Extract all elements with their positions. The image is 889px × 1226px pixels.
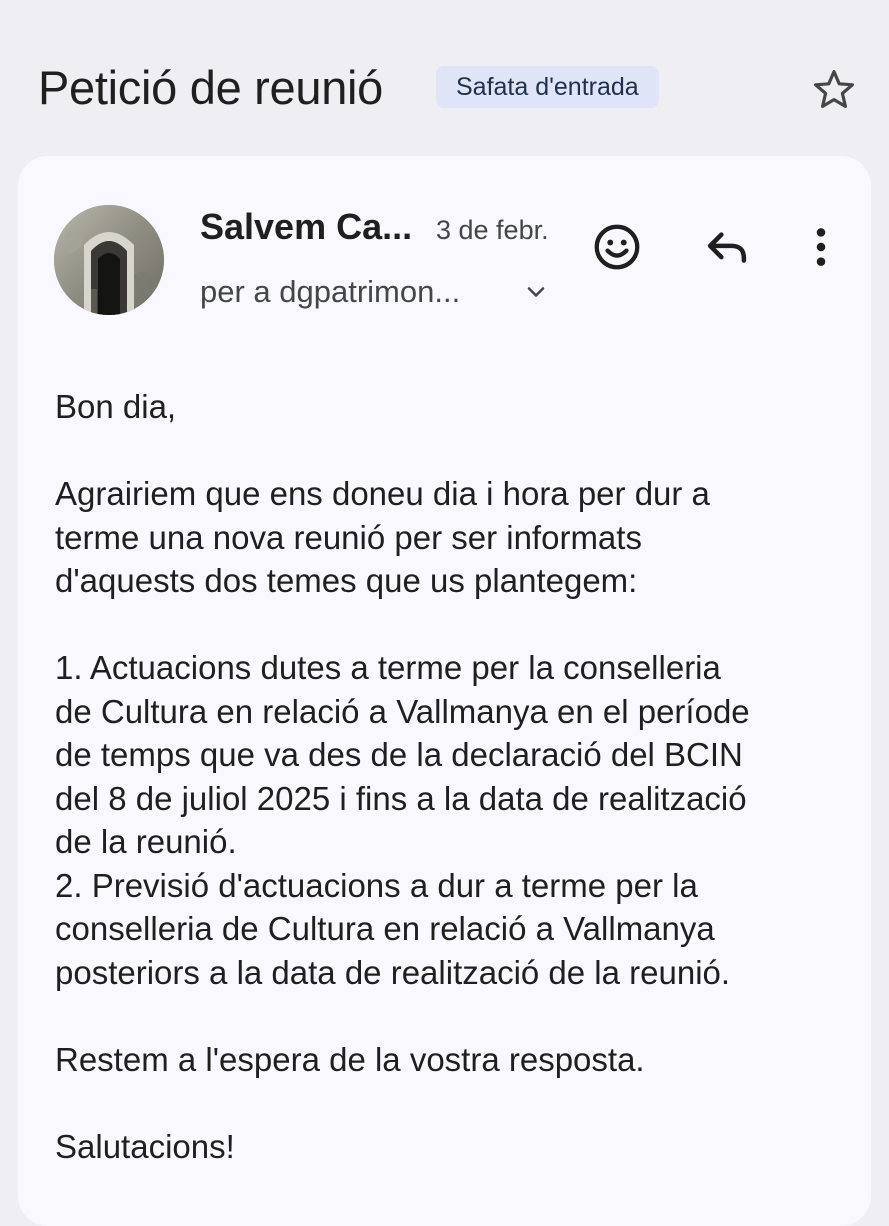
inbox-label-chip[interactable]: Safata d'entrada bbox=[436, 66, 659, 108]
list-item-line: conselleria de Cultura en relació a Vall… bbox=[55, 910, 715, 947]
sender-name[interactable]: Salvem Ca... bbox=[200, 204, 412, 250]
list-item-line: 2. Previsió d'actuacions a dur a terme p… bbox=[55, 866, 698, 904]
recipient-summary[interactable]: per a dgpatrimon... bbox=[200, 272, 460, 312]
list-item-line: posteriors a la data de realització de l… bbox=[55, 953, 731, 991]
more-options-icon[interactable] bbox=[794, 220, 848, 274]
reply-icon[interactable] bbox=[700, 220, 754, 274]
list-item-line: del 8 de juliol 2025 i fins a la data de… bbox=[55, 779, 747, 817]
add-reaction-smiley-icon[interactable] bbox=[590, 220, 644, 274]
message-date: 3 de febr. bbox=[436, 215, 549, 245]
list-item-line: de temps que va des de la declaració del… bbox=[55, 736, 743, 773]
sender-avatar[interactable] bbox=[54, 205, 164, 315]
list-item-line: de Cultura en relació a Vallmanya en el … bbox=[55, 692, 750, 730]
body-line: d'aquests dos temes que us plantegem: bbox=[55, 562, 638, 599]
body-line: terme una nova reunió per ser informats bbox=[55, 518, 642, 556]
email-header: Petició de reunió Safata d'entrada bbox=[0, 0, 889, 150]
email-subject: Petició de reunió bbox=[38, 61, 384, 114]
closing-line: Restem a l'espera de la vostra resposta. bbox=[55, 1040, 645, 1078]
avatar-image bbox=[54, 205, 164, 315]
star-icon[interactable] bbox=[810, 66, 858, 114]
greeting: Bon dia, bbox=[55, 388, 177, 425]
chevron-down-icon[interactable] bbox=[522, 278, 550, 306]
body-line: Agrairiem que ens doneu dia i hora per d… bbox=[55, 475, 710, 512]
list-item-line: de la reunió. bbox=[55, 823, 237, 860]
message-body: Bon dia, Agrairiem que ens doneu dia i h… bbox=[55, 385, 845, 1168]
signoff: Salutacions! bbox=[55, 1127, 235, 1165]
list-item-line: 1. Actuacions dutes a terme per la conse… bbox=[55, 649, 721, 686]
